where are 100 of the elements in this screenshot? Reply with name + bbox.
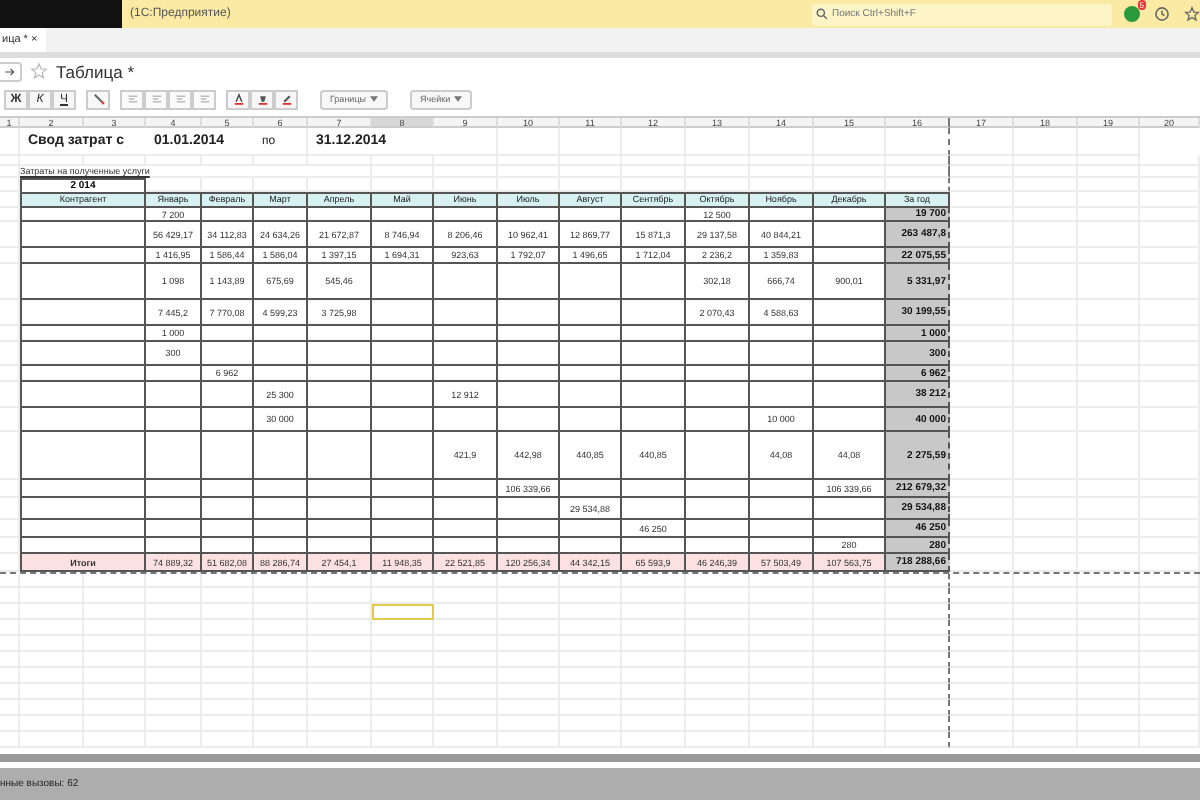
table-cell xyxy=(146,382,202,408)
table-cell xyxy=(146,432,202,480)
table-cell xyxy=(254,342,308,366)
table-cell xyxy=(20,264,146,300)
table-cell xyxy=(372,382,434,408)
active-cell[interactable] xyxy=(372,604,434,620)
table-cell xyxy=(434,300,498,326)
align-button[interactable] xyxy=(120,89,144,109)
grid-cell[interactable] xyxy=(886,128,950,156)
table-cell xyxy=(254,432,308,480)
grid-cell[interactable] xyxy=(886,574,950,588)
table-cell xyxy=(202,520,254,538)
table-cell xyxy=(498,408,560,432)
pencil-icon xyxy=(279,92,293,106)
star-icon[interactable] xyxy=(30,62,48,80)
table-cell xyxy=(20,480,146,498)
grid-cell[interactable] xyxy=(886,716,950,732)
table-cell xyxy=(622,408,686,432)
grid-cell[interactable] xyxy=(886,684,950,700)
table-cell xyxy=(20,408,146,432)
align-button[interactable] xyxy=(192,89,216,109)
table-cell xyxy=(308,432,372,480)
table-cell xyxy=(498,300,560,326)
table-cell xyxy=(560,300,622,326)
page-title: Таблица * xyxy=(56,61,134,81)
table-cell xyxy=(560,408,622,432)
search-icon xyxy=(816,8,828,20)
table-cell xyxy=(202,480,254,498)
grid-cell[interactable] xyxy=(886,700,950,716)
table-cell xyxy=(372,300,434,326)
grid-cell[interactable] xyxy=(886,668,950,684)
pencil-button[interactable] xyxy=(274,89,298,109)
table-cell xyxy=(308,520,372,538)
arrow-right-icon xyxy=(4,65,16,77)
table-cell xyxy=(498,382,560,408)
table-cell xyxy=(622,300,686,326)
table-cell xyxy=(622,480,686,498)
align-icon xyxy=(125,92,139,106)
table-cell xyxy=(202,408,254,432)
table-cell xyxy=(686,382,750,408)
caret-icon xyxy=(454,96,463,102)
table-cell xyxy=(254,520,308,538)
table-cell xyxy=(560,520,622,538)
table-cell xyxy=(622,342,686,366)
grid-cell[interactable] xyxy=(886,588,950,604)
grid-cell[interactable] xyxy=(886,604,950,620)
table-cell xyxy=(308,498,372,520)
table-cell xyxy=(560,382,622,408)
caret-icon xyxy=(370,96,378,102)
history-icon[interactable] xyxy=(1154,6,1170,22)
table-cell xyxy=(372,480,434,498)
scrollbar[interactable] xyxy=(0,754,1200,762)
table-cell xyxy=(686,408,750,432)
table-cell xyxy=(146,408,202,432)
table-cell xyxy=(750,382,814,408)
table-cell xyxy=(372,408,434,432)
table-cell xyxy=(20,300,146,326)
table-cell xyxy=(308,342,372,366)
table-cell xyxy=(372,432,434,480)
table-cell xyxy=(20,498,146,520)
table-cell xyxy=(750,498,814,520)
table-cell xyxy=(20,432,146,480)
table-cell xyxy=(20,382,146,408)
align-icon xyxy=(173,92,187,106)
table-cell xyxy=(686,480,750,498)
forward-button[interactable] xyxy=(0,61,22,81)
grid-cell[interactable] xyxy=(886,636,950,652)
table-cell xyxy=(146,480,202,498)
table-cell xyxy=(750,480,814,498)
align-button[interactable] xyxy=(168,89,192,109)
font-color-icon xyxy=(231,92,245,106)
star-icon[interactable] xyxy=(1184,6,1200,22)
table-cell xyxy=(202,342,254,366)
table-cell xyxy=(750,520,814,538)
fill-color-button[interactable] xyxy=(250,89,274,109)
table-cell xyxy=(434,342,498,366)
table-cell xyxy=(686,498,750,520)
redaction-block xyxy=(0,0,122,28)
fill-color-icon xyxy=(255,92,269,106)
table-cell xyxy=(560,264,622,300)
table-cell xyxy=(434,480,498,498)
brush-button[interactable] xyxy=(86,89,110,109)
grid-cell[interactable] xyxy=(886,166,950,178)
table-cell xyxy=(622,382,686,408)
table-cell xyxy=(146,520,202,538)
table-cell xyxy=(372,264,434,300)
grid-cell[interactable] xyxy=(886,652,950,668)
table-cell xyxy=(560,480,622,498)
table-cell xyxy=(434,408,498,432)
table-cell xyxy=(622,498,686,520)
grid-cell[interactable] xyxy=(886,620,950,636)
table-cell xyxy=(372,342,434,366)
table-cell xyxy=(498,498,560,520)
grid-cell[interactable] xyxy=(886,156,950,166)
align-icon xyxy=(197,92,211,106)
table-cell xyxy=(686,520,750,538)
font-color-button[interactable] xyxy=(226,89,250,109)
grid-cell[interactable] xyxy=(886,732,950,748)
align-button[interactable] xyxy=(144,89,168,109)
table-cell xyxy=(202,498,254,520)
